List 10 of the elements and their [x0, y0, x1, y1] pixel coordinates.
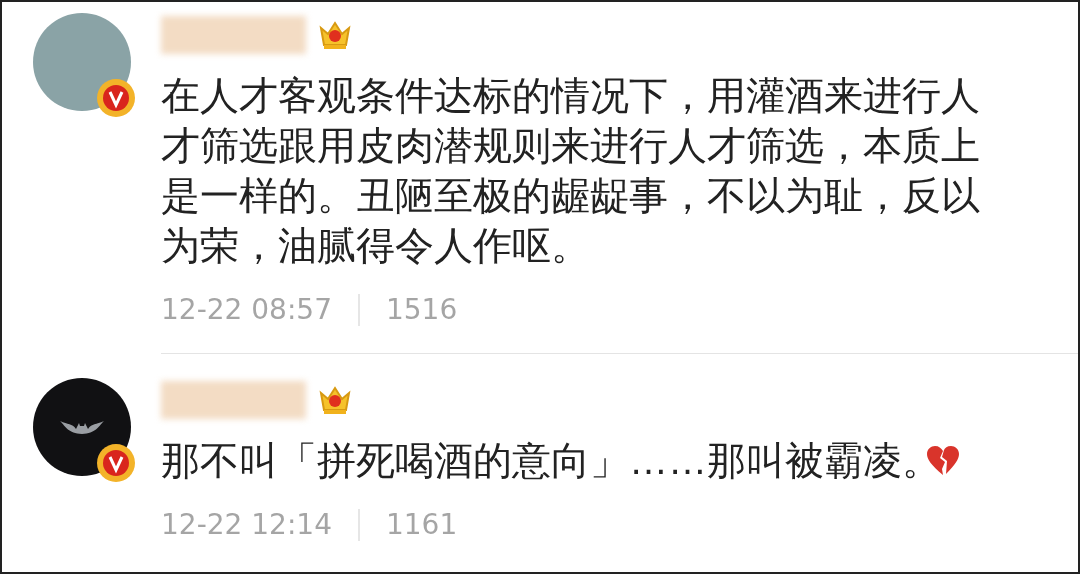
comment-text: 那不叫「拼死喝酒的意向」……那叫被霸凌。 [161, 438, 941, 484]
comment-text: 在人才客观条件达标的情况下，用灌酒来进行人才筛选跟用皮肉潜规则来进行人才筛选，本质上是一样的。丑陋至极的龌龊事，不以为耻，反以为荣，油腻得令人作呕。 [161, 73, 981, 269]
broken-heart-icon [925, 445, 961, 477]
like-count[interactable]: 1516 [385, 289, 458, 331]
comment-time: 12-22 08:57 [161, 292, 332, 328]
comment-time: 12-22 12:14 [161, 507, 332, 543]
verified-badge-icon [97, 444, 135, 482]
bat-logo-icon [60, 419, 104, 435]
verified-badge-icon [97, 79, 135, 117]
like-count[interactable]: 1161 [385, 504, 458, 546]
